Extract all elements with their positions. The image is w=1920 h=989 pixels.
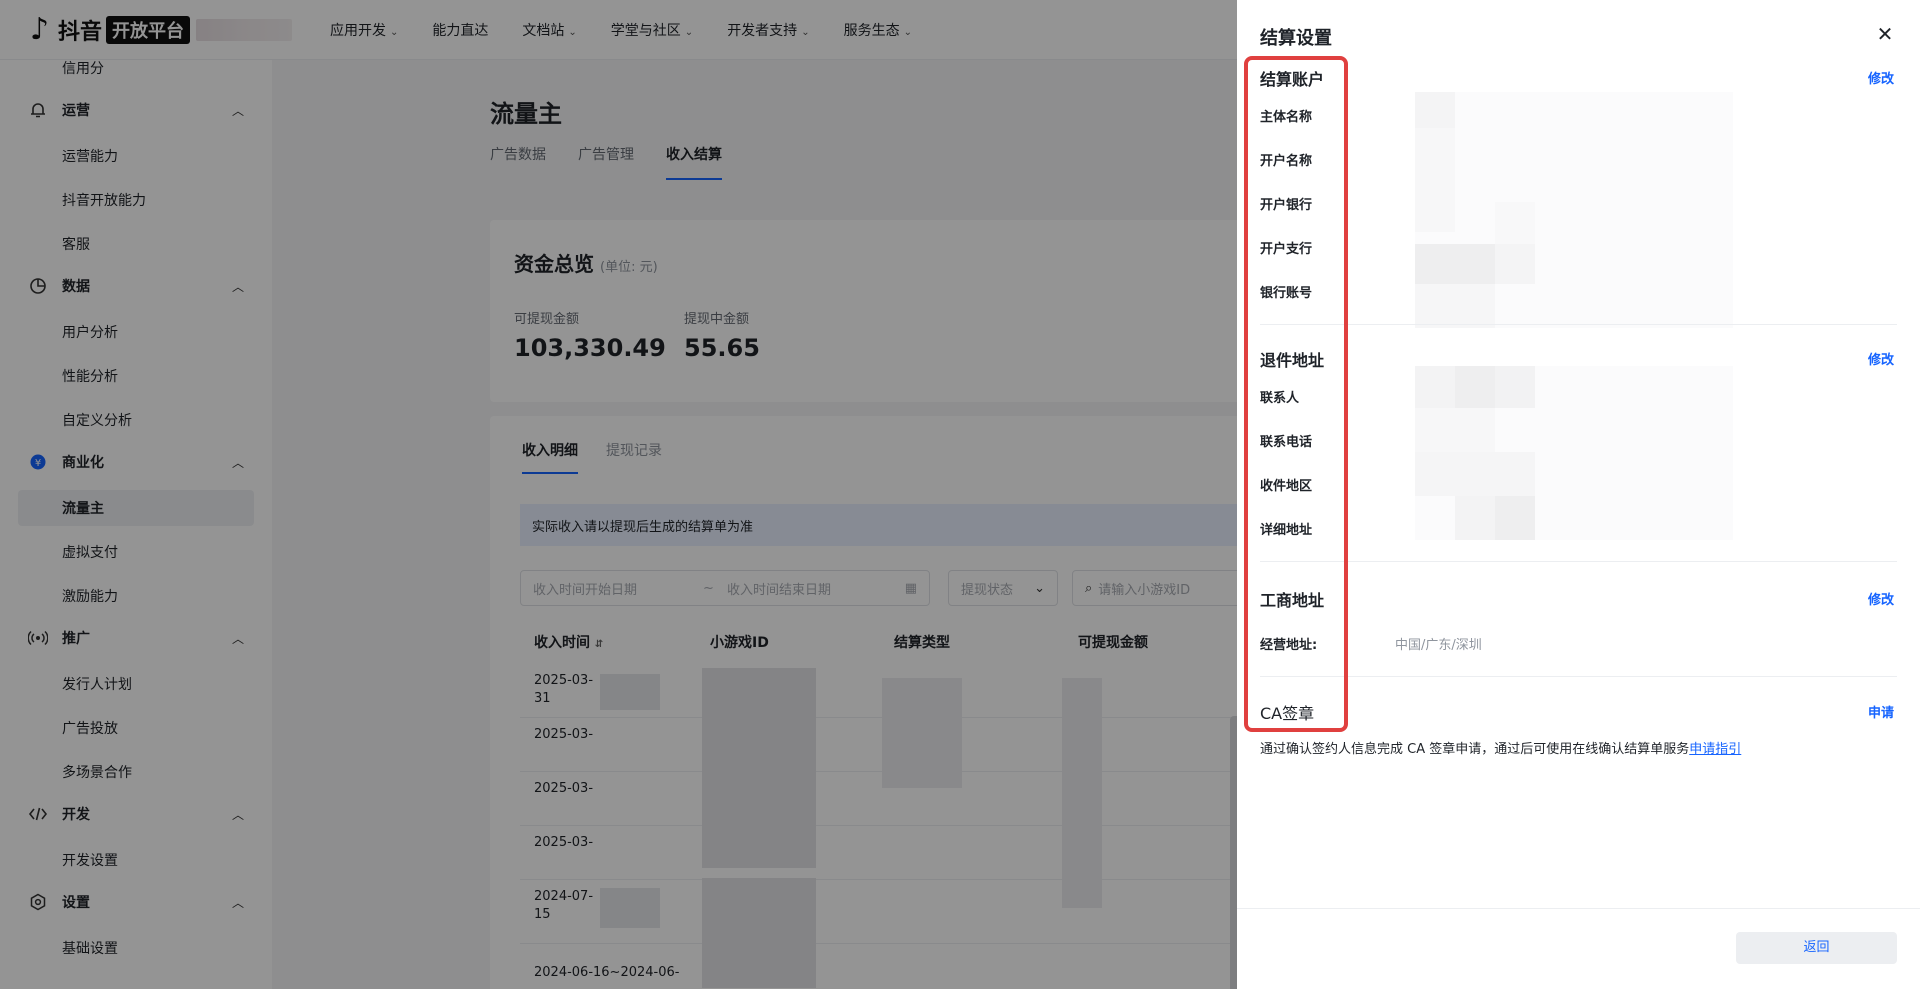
section-return-address-title: 退件地址 <box>1260 351 1325 370</box>
field-bank-label: 开户银行 <box>1260 198 1313 213</box>
settlement-settings-drawer: 结算设置 ✕ 结算账户 修改 主体名称 开户名称 开户银行 开户支行 银行账号 … <box>1237 0 1920 989</box>
section-ca-title: CA签章 <box>1260 704 1315 723</box>
field-account-number-label: 银行账号 <box>1260 286 1313 301</box>
divider <box>1260 561 1897 562</box>
drawer-title: 结算设置 <box>1260 28 1332 49</box>
field-account-name-label: 开户名称 <box>1260 154 1313 169</box>
section-business-address-title: 工商地址 <box>1260 591 1325 610</box>
field-region-label: 收件地区 <box>1260 479 1313 494</box>
divider <box>1260 324 1897 325</box>
divider <box>1260 676 1897 677</box>
section-account-title: 结算账户 <box>1260 70 1325 89</box>
edit-business-address-button[interactable]: 修改 <box>1868 589 1894 608</box>
field-branch-label: 开户支行 <box>1260 242 1313 257</box>
back-button[interactable]: 返回 <box>1736 932 1897 964</box>
drawer-footer-divider <box>1237 908 1920 909</box>
apply-ca-button[interactable]: 申请 <box>1868 702 1894 721</box>
ca-description: 通过确认签约人信息完成 CA 签章申请，通过后可使用在线确认结算单服务申请指引 <box>1260 742 1742 757</box>
field-phone-label: 联系电话 <box>1260 435 1313 450</box>
edit-account-button[interactable]: 修改 <box>1868 68 1894 87</box>
field-detail-address-label: 详细地址 <box>1260 523 1313 538</box>
apply-guide-link[interactable]: 申请指引 <box>1689 742 1741 757</box>
close-icon[interactable]: ✕ <box>1873 22 1897 46</box>
edit-return-address-button[interactable]: 修改 <box>1868 349 1894 368</box>
redacted-return-address <box>1415 366 1733 540</box>
field-business-address-value: 中国/广东/深圳 <box>1395 638 1482 653</box>
modal-backdrop[interactable] <box>0 0 1237 989</box>
redacted-account-info <box>1415 92 1733 328</box>
field-entity-name-label: 主体名称 <box>1260 110 1313 125</box>
field-business-address-label: 经营地址: <box>1260 638 1318 653</box>
field-contact-label: 联系人 <box>1260 391 1300 406</box>
